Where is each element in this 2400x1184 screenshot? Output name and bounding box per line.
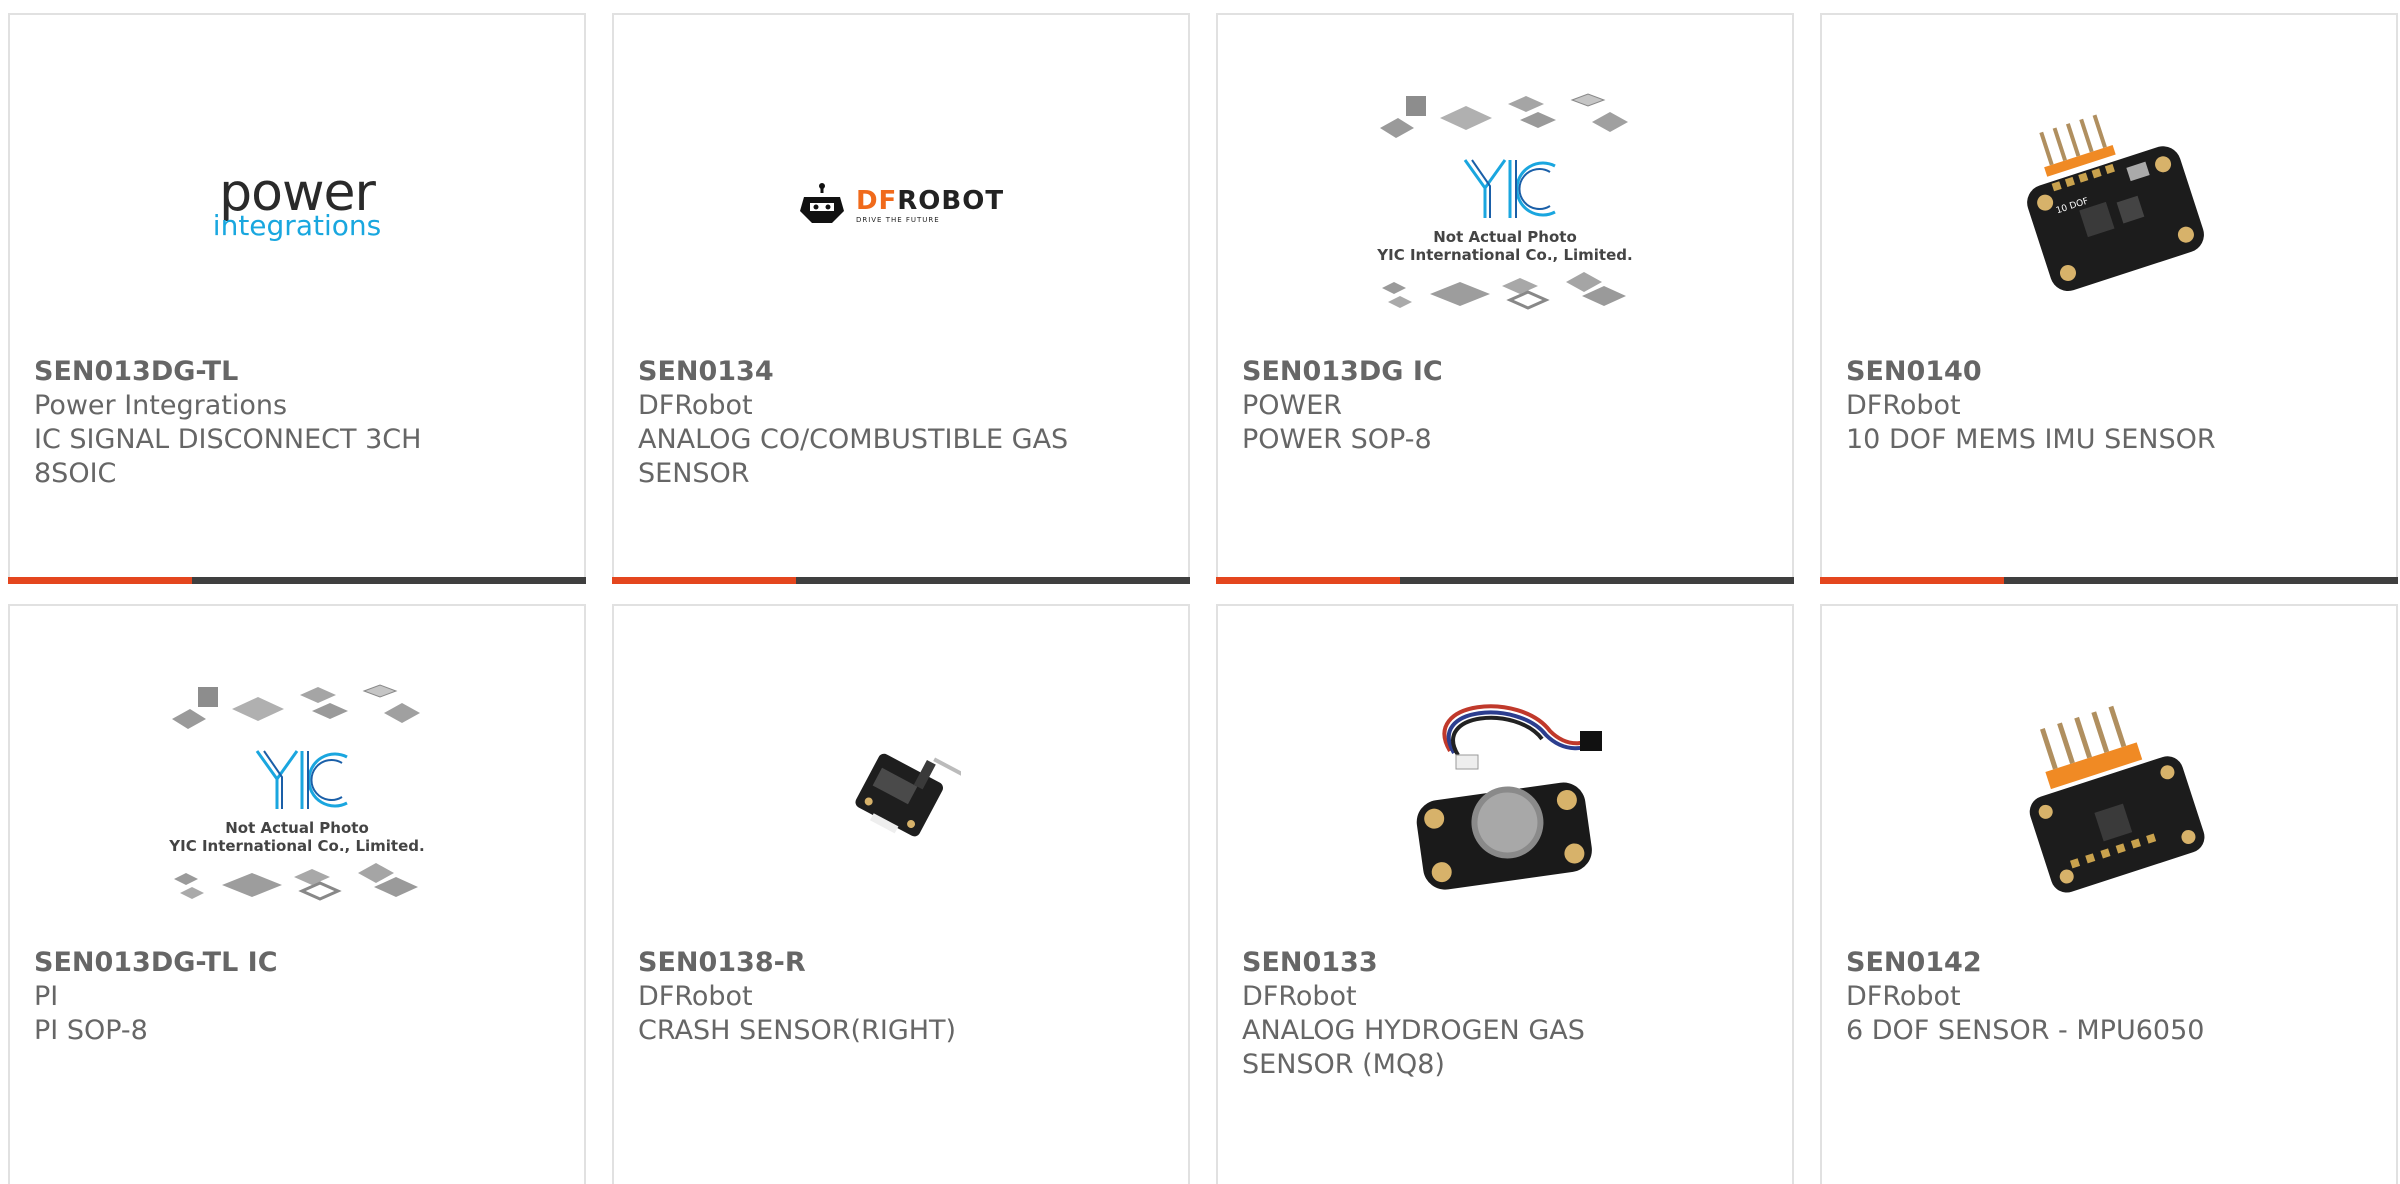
card-accent	[612, 577, 796, 584]
card-accent	[8, 577, 192, 584]
part-number[interactable]: SEN0138-R	[638, 946, 1164, 980]
manufacturer: DFRobot	[1846, 981, 1961, 1012]
gas-sensor-photo	[1416, 704, 1602, 890]
product-info: SEN013DG-TL Power Integrations IC SIGNAL…	[34, 355, 560, 491]
manufacturer: Power Integrations	[34, 390, 288, 421]
product-card[interactable]: 10 DOF SEN0140 DFRobot 10 DOF MEMS IMU S…	[1820, 13, 2398, 584]
product-card[interactable]: SEN0138-R DFRobot CRASH SENSOR(RIGHT)	[612, 604, 1190, 1184]
product-info: SEN0138-R DFRobot CRASH SENSOR(RIGHT)	[638, 946, 1164, 1048]
product-card[interactable]: DFROBOT DRIVE THE FUTURE SEN0134 DFRobot…	[612, 13, 1190, 584]
product-info: SEN0142 DFRobot 6 DOF SENSOR - MPU6050	[1846, 946, 2372, 1048]
description: ANALOG HYDROGEN GAS SENSOR (MQ8)	[1242, 1015, 1585, 1080]
manufacturer: PI	[34, 981, 59, 1012]
chip-packages-top	[1380, 93, 1628, 138]
product-info: SEN013DG-TL IC PI PI SOP-8	[34, 946, 560, 1048]
crash-sensor-photo	[855, 753, 961, 837]
product-card[interactable]: power integrations SEN013DG-TL Power Int…	[8, 13, 586, 584]
part-number[interactable]: SEN013DG-TL	[34, 355, 560, 389]
part-number[interactable]: SEN013DG IC	[1242, 355, 1768, 389]
yic-placeholder-image: Not Actual Photo YIC International Co., …	[1370, 90, 1640, 320]
chip-packages-bottom	[174, 863, 418, 901]
description: CRASH SENSOR(RIGHT)	[638, 1015, 957, 1046]
product-image[interactable]	[614, 646, 1188, 946]
product-info: SEN013DG IC POWER POWER SOP-8	[1242, 355, 1768, 457]
product-card[interactable]: SEN0142 DFRobot 6 DOF SENSOR - MPU6050	[1820, 604, 2398, 1184]
product-info: SEN0133 DFRobot ANALOG HYDROGEN GAS SENS…	[1242, 946, 1768, 1082]
description: POWER SOP-8	[1242, 424, 1432, 455]
card-accent	[1216, 577, 1400, 584]
yic-placeholder-image: Not Actual Photo YIC International Co., …	[162, 681, 432, 911]
description: 6 DOF SENSOR - MPU6050	[1846, 1015, 2205, 1046]
product-image[interactable]: Not Actual Photo YIC International Co., …	[1218, 55, 1792, 355]
imu-board-photo: 10 DOF	[2027, 114, 2204, 291]
part-number[interactable]: SEN0133	[1242, 946, 1768, 980]
card-bottom-bar	[1216, 577, 1794, 584]
product-image[interactable]: power integrations	[10, 55, 584, 355]
manufacturer: POWER	[1242, 390, 1343, 421]
part-number[interactable]: SEN0140	[1846, 355, 2372, 389]
product-card[interactable]: SEN0133 DFRobot ANALOG HYDROGEN GAS SENS…	[1216, 604, 1794, 1184]
product-image[interactable]: Not Actual Photo YIC International Co., …	[10, 646, 584, 946]
product-image[interactable]	[1218, 646, 1792, 946]
dfrobot-logo: DFROBOT DRIVE THE FUTURE	[798, 183, 1004, 227]
product-info: SEN0134 DFRobot ANALOG CO/COMBUSTIBLE GA…	[638, 355, 1164, 491]
yic-logo	[255, 750, 348, 809]
product-image[interactable]: 10 DOF	[1822, 55, 2396, 355]
yic-logo	[1463, 159, 1556, 218]
manufacturer: DFRobot	[638, 390, 753, 421]
part-number[interactable]: SEN013DG-TL IC	[34, 946, 560, 980]
card-bottom-bar	[8, 577, 586, 584]
product-grid: power integrations SEN013DG-TL Power Int…	[0, 0, 2400, 1184]
description: IC SIGNAL DISCONNECT 3CH 8SOIC	[34, 424, 422, 489]
chip-packages-top	[172, 684, 420, 729]
product-image[interactable]: DFROBOT DRIVE THE FUTURE	[614, 55, 1188, 355]
card-bottom-bar	[1820, 577, 2398, 584]
part-number[interactable]: SEN0142	[1846, 946, 2372, 980]
dfrobot-robot-icon	[799, 183, 844, 223]
chip-packages-bottom	[1382, 272, 1626, 310]
product-card[interactable]: Not Actual Photo YIC International Co., …	[1216, 13, 1794, 584]
manufacturer: DFRobot	[1242, 981, 1357, 1012]
part-number[interactable]: SEN0134	[638, 355, 1164, 389]
manufacturer: DFRobot	[638, 981, 753, 1012]
description: ANALOG CO/COMBUSTIBLE GAS SENSOR	[638, 424, 1069, 489]
power-integrations-logo: power integrations	[212, 163, 382, 242]
card-accent	[1820, 577, 2004, 584]
mpu6050-board-photo	[2029, 705, 2205, 893]
card-bottom-bar	[612, 577, 1190, 584]
manufacturer: DFRobot	[1846, 390, 1961, 421]
product-info: SEN0140 DFRobot 10 DOF MEMS IMU SENSOR	[1846, 355, 2372, 457]
description: PI SOP-8	[34, 1015, 148, 1046]
product-image[interactable]	[1822, 646, 2396, 946]
description: 10 DOF MEMS IMU SENSOR	[1846, 424, 2216, 455]
product-card[interactable]: Not Actual Photo YIC International Co., …	[8, 604, 586, 1184]
